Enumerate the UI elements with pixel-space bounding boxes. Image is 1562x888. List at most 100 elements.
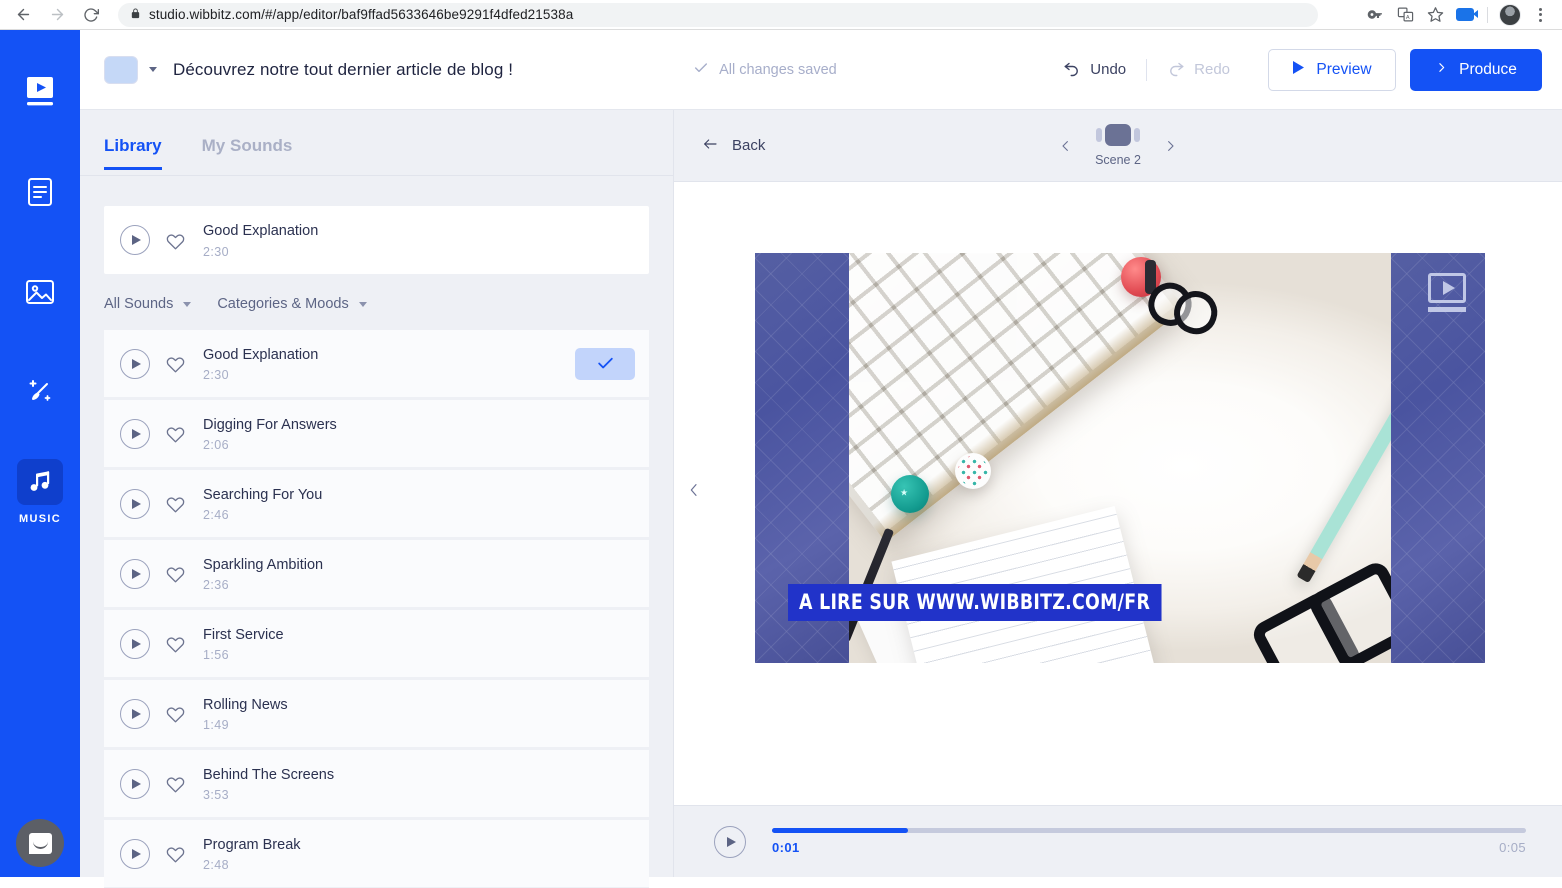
table-row[interactable]: Sparkling Ambition 2:36 — [104, 540, 649, 608]
list-item[interactable]: Good Explanation 2:30 — [104, 206, 649, 274]
sidebar-item-storyboard[interactable] — [0, 142, 80, 242]
redo-button[interactable]: Redo — [1153, 50, 1244, 90]
back-button[interactable]: Back — [700, 136, 765, 156]
reload-icon[interactable] — [76, 0, 106, 30]
filter-all-sounds[interactable]: All Sounds — [104, 296, 191, 312]
track-meta: Digging For Answers 2:06 — [203, 415, 337, 452]
teal-badge-object — [891, 475, 929, 513]
key-icon[interactable] — [1361, 1, 1389, 29]
sidebar-item-music[interactable]: MUSIC — [0, 442, 80, 542]
status-badge[interactable] — [575, 348, 635, 380]
collapse-panel-button[interactable] — [686, 477, 702, 503]
page-title: Découvrez notre tout dernier article de … — [173, 60, 513, 80]
play-icon[interactable] — [120, 489, 150, 519]
current-time: 0:01 — [772, 840, 800, 855]
table-row[interactable]: Searching For You 2:46 — [104, 470, 649, 538]
video-preview[interactable]: A LIRE SUR WWW.WIBBITZ.COM/FR — [755, 253, 1485, 663]
kebab-menu-icon[interactable] — [1526, 1, 1554, 29]
player-times: 0:01 0:05 — [772, 840, 1526, 855]
produce-button[interactable]: Produce — [1410, 49, 1542, 91]
player-controls: 0:01 0:05 — [674, 805, 1562, 877]
scene-dot-next — [1134, 128, 1140, 142]
save-status: All changes saved — [693, 60, 837, 80]
music-note-icon — [17, 459, 63, 505]
table-row[interactable]: Good Explanation 2:30 — [104, 330, 649, 398]
play-icon[interactable] — [120, 419, 150, 449]
sidebar-item-style[interactable] — [0, 342, 80, 442]
filter-row: All Sounds Categories & Moods — [80, 274, 673, 330]
heart-icon[interactable] — [166, 494, 185, 513]
player-play-button[interactable] — [714, 826, 746, 858]
play-icon — [1292, 60, 1305, 80]
video-thumbnail-swatch[interactable] — [104, 56, 138, 84]
heart-icon[interactable] — [166, 231, 185, 250]
heart-icon[interactable] — [166, 844, 185, 863]
heart-icon[interactable] — [166, 354, 185, 373]
table-row[interactable]: Program Break 2:48 — [104, 820, 649, 888]
intercom-chat-icon[interactable] — [16, 819, 64, 867]
prev-scene-button[interactable] — [1058, 136, 1073, 156]
seek-bar-wrapper: 0:01 0:05 — [772, 828, 1526, 855]
undo-icon — [1063, 59, 1081, 81]
heart-icon[interactable] — [166, 774, 185, 793]
filter-categories-moods[interactable]: Categories & Moods — [217, 296, 366, 312]
scene-label: Scene 2 — [1095, 153, 1141, 167]
tab-library-label: Library — [104, 136, 162, 155]
track-duration: 1:49 — [203, 718, 288, 732]
selected-track-card: Good Explanation 2:30 — [80, 176, 673, 274]
track-meta: Good Explanation 2:30 — [203, 221, 318, 258]
back-arrow-icon[interactable] — [8, 0, 38, 30]
seek-progress — [772, 828, 908, 833]
produce-label: Produce — [1459, 61, 1517, 79]
track-meta: Rolling News 1:49 — [203, 695, 288, 732]
track-title: Rolling News — [203, 697, 288, 713]
chevron-down-icon[interactable] — [149, 67, 157, 72]
translate-icon[interactable]: A — [1391, 1, 1419, 29]
forward-arrow-icon[interactable] — [42, 0, 72, 30]
check-icon — [693, 60, 709, 80]
play-icon[interactable] — [120, 839, 150, 869]
track-duration: 2:48 — [203, 858, 301, 872]
heart-icon[interactable] — [166, 704, 185, 723]
heart-icon[interactable] — [166, 424, 185, 443]
preview-button[interactable]: Preview — [1268, 49, 1396, 91]
scene-navigator: Scene 2 — [674, 110, 1562, 181]
bookmark-star-icon[interactable] — [1421, 1, 1449, 29]
address-bar[interactable]: studio.wibbitz.com/#/app/editor/baf9ffad… — [118, 3, 1318, 27]
browser-nav-buttons — [0, 0, 106, 30]
tab-my-sounds[interactable]: My Sounds — [202, 136, 293, 170]
scene-indicator[interactable]: Scene 2 — [1095, 124, 1141, 167]
video-caption[interactable]: A LIRE SUR WWW.WIBBITZ.COM/FR — [788, 584, 1161, 621]
sidebar-item-label-music: MUSIC — [19, 513, 61, 525]
play-icon[interactable] — [120, 349, 150, 379]
table-row[interactable]: First Service 1:56 — [104, 610, 649, 678]
track-duration: 2:36 — [203, 578, 323, 592]
undo-button[interactable]: Undo — [1049, 50, 1140, 90]
table-row[interactable]: Digging For Answers 2:06 — [104, 400, 649, 468]
seek-bar[interactable] — [772, 828, 1526, 833]
redo-label: Redo — [1194, 61, 1230, 78]
play-icon[interactable] — [120, 769, 150, 799]
sidebar-item-media[interactable] — [0, 242, 80, 342]
heart-icon[interactable] — [166, 564, 185, 583]
music-library-panel: Library My Sounds Good Explanation 2:30 … — [80, 110, 674, 877]
play-icon[interactable] — [120, 699, 150, 729]
table-row[interactable]: Behind The Screens 3:53 — [104, 750, 649, 818]
tab-library[interactable]: Library — [104, 136, 162, 170]
play-icon[interactable] — [120, 559, 150, 589]
video-camera-icon[interactable] — [1451, 1, 1479, 29]
track-duration: 2:06 — [203, 438, 337, 452]
track-meta: Searching For You 2:46 — [203, 485, 322, 522]
track-title: Digging For Answers — [203, 417, 337, 433]
filter-all-sounds-label: All Sounds — [104, 296, 173, 312]
scene-dot-current — [1105, 124, 1131, 146]
table-row[interactable]: Rolling News 1:49 — [104, 680, 649, 748]
next-scene-button[interactable] — [1163, 136, 1178, 156]
play-icon[interactable] — [120, 225, 150, 255]
back-arrow-icon — [700, 136, 720, 156]
play-icon[interactable] — [120, 629, 150, 659]
chevron-right-icon — [1435, 60, 1448, 80]
profile-avatar[interactable] — [1496, 1, 1524, 29]
sidebar-item-video-logo[interactable] — [0, 42, 80, 142]
heart-icon[interactable] — [166, 634, 185, 653]
